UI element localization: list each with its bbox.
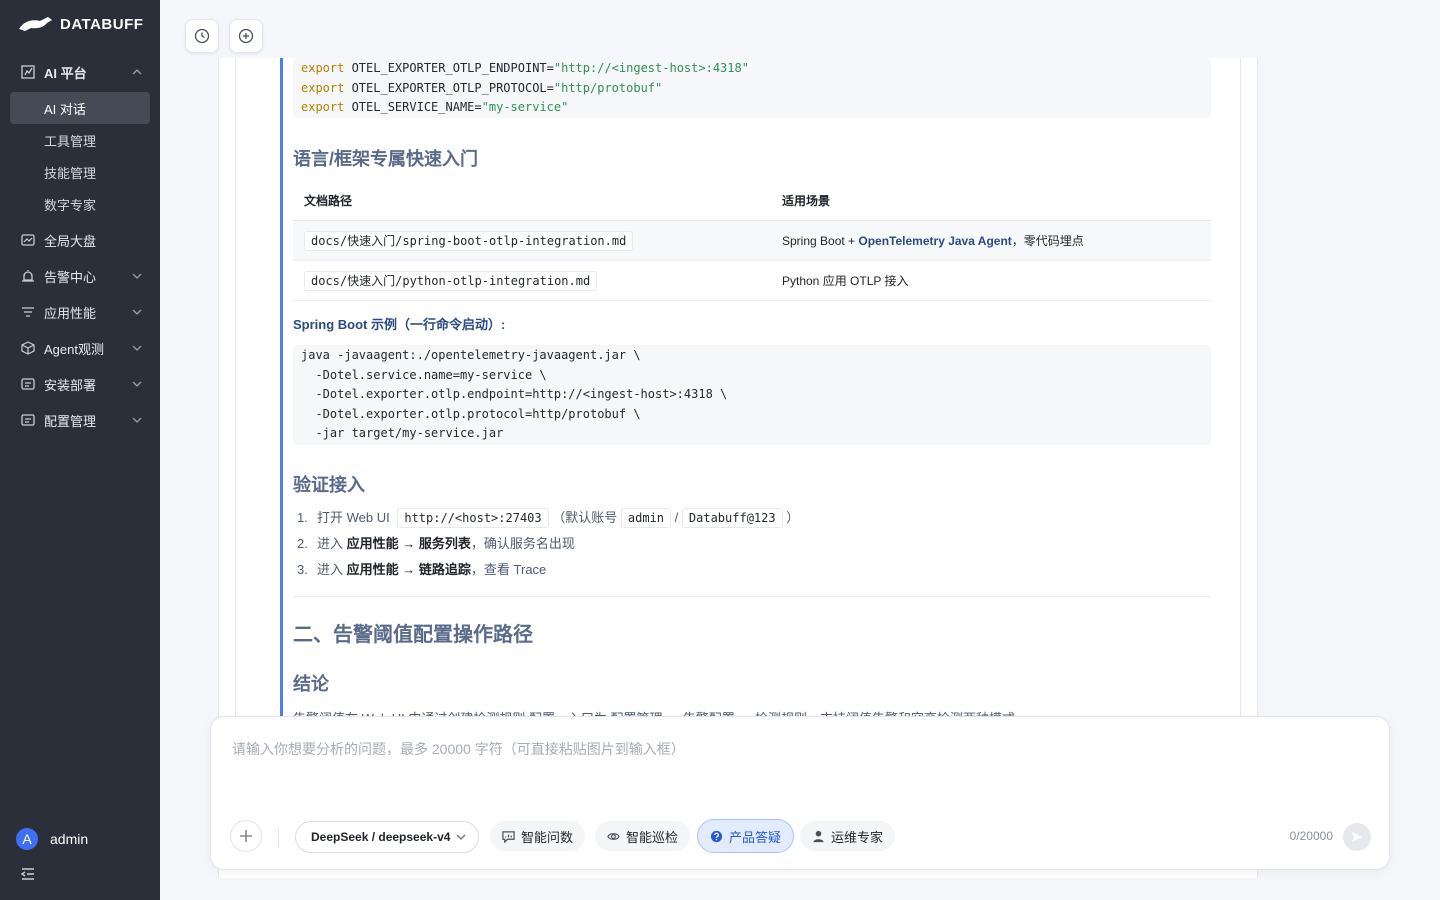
chevron-down-icon xyxy=(132,309,142,315)
sidebar-group-apm[interactable]: 应用性能 xyxy=(0,296,160,328)
user-profile[interactable]: A admin xyxy=(16,828,88,850)
chevron-down-icon xyxy=(132,345,142,351)
sidebar-group-label: 全局大盘 xyxy=(44,233,97,249)
clock-icon xyxy=(194,28,210,44)
send-button[interactable] xyxy=(1343,823,1371,851)
docs-table: 文档路径 适用场景 docs/快速入门/spring-boot-otlp-int… xyxy=(293,182,1211,301)
send-icon xyxy=(1352,832,1362,842)
collapse-sidebar-icon[interactable] xyxy=(20,866,36,882)
sidebar-item-digital-expert[interactable]: 数字专家 xyxy=(0,188,150,220)
eye-icon xyxy=(607,832,620,840)
chevron-down-icon xyxy=(132,417,142,423)
sidebar-group-config[interactable]: 配置管理 xyxy=(0,404,160,436)
question-icon xyxy=(710,830,723,842)
brand-logo[interactable]: DATABUFF xyxy=(18,12,143,36)
list-item: 2. 进入 应用性能 → 服务列表，确认服务名出现 xyxy=(297,536,575,551)
list-icon xyxy=(20,304,36,320)
table-header: 适用场景 xyxy=(771,182,1211,221)
model-select-value: DeepSeek / deepseek-v4 xyxy=(311,830,451,844)
divider xyxy=(293,596,1211,597)
code-line: export OTEL_SERVICE_NAME="my-service" xyxy=(301,100,569,115)
section-heading: 二、告警阈值配置操作路径 xyxy=(293,624,533,646)
sidebar-group-label: 配置管理 xyxy=(44,413,97,429)
chevron-up-icon xyxy=(132,69,142,75)
mode-smart-query[interactable]: 智能问数 xyxy=(490,821,586,851)
sidebar: DATABUFF AI 平台 AI 对话 工具管理 技能管理 数字专家 全局大盘… xyxy=(0,0,160,900)
doc-path[interactable]: docs/快速入门/python-otlp-integration.md xyxy=(304,270,598,291)
panther-logo-icon xyxy=(19,17,52,31)
new-chat-button[interactable] xyxy=(229,19,263,53)
section-heading: 验证接入 xyxy=(293,475,365,495)
sidebar-group-alarm[interactable]: 告警中心 xyxy=(0,260,160,292)
mode-smart-inspection[interactable]: 智能巡检 xyxy=(595,821,691,851)
history-button[interactable] xyxy=(185,19,219,53)
web-ui-url[interactable]: http://<host>:27403 xyxy=(397,508,549,528)
toolbar-divider xyxy=(278,827,279,847)
table-header-row: 文档路径 适用场景 xyxy=(293,182,1211,221)
chevron-down-icon xyxy=(456,834,466,840)
section-heading: 语言/框架专属快速入门 xyxy=(293,149,478,169)
doc-path[interactable]: docs/快速入门/spring-boot-otlp-integration.m… xyxy=(304,230,634,251)
attach-button[interactable] xyxy=(230,820,262,852)
chart-icon xyxy=(20,64,36,80)
sidebar-item-ai-chat[interactable]: AI 对话 xyxy=(10,92,150,124)
person-icon xyxy=(813,830,824,842)
install-icon xyxy=(20,376,36,392)
env-code-block: export OTEL_EXPORTER_OTLP_ENDPOINT="http… xyxy=(293,58,1211,118)
list-item: 1. 打开 Web UI http://<host>:27403 （默认账号 ad… xyxy=(297,505,1197,531)
sidebar-nav: AI 平台 AI 对话 工具管理 技能管理 数字专家 全局大盘 告警中心 应用性… xyxy=(0,56,160,440)
alarm-icon xyxy=(20,268,36,284)
brand-name: DATABUFF xyxy=(60,15,144,33)
mode-ops-expert[interactable]: 运维专家 xyxy=(800,821,896,851)
mode-product-qa[interactable]: 产品答疑 xyxy=(697,819,795,853)
user-name: admin xyxy=(50,831,89,847)
chevron-down-icon xyxy=(132,273,142,279)
code-line: export OTEL_EXPORTER_OTLP_ENDPOINT="http… xyxy=(301,61,749,75)
springboot-example-label: Spring Boot 示例（一行命令启动）: xyxy=(293,317,506,332)
sidebar-item-skills[interactable]: 技能管理 xyxy=(0,156,150,188)
section-heading: 结论 xyxy=(293,674,329,694)
chat-input-box[interactable]: 请输入你想要分析的问题，最多 20000 字符（可直接粘贴图片到输入框） Dee… xyxy=(210,716,1390,870)
sidebar-group-label: AI 平台 xyxy=(44,65,87,81)
table-header: 文档路径 xyxy=(293,182,771,221)
table-row: docs/快速入门/spring-boot-otlp-integration.m… xyxy=(293,220,1211,261)
sidebar-group-label: 告警中心 xyxy=(44,269,97,285)
code-line: export OTEL_EXPORTER_OTLP_PROTOCOL="http… xyxy=(301,80,663,95)
sidebar-group-install[interactable]: 安装部署 xyxy=(0,368,160,400)
sidebar-group-label: 安装部署 xyxy=(44,377,97,393)
sidebar-group-label: Agent观测 xyxy=(44,341,104,357)
avatar: A xyxy=(16,828,38,850)
sidebar-group-agent[interactable]: Agent观测 xyxy=(0,332,160,364)
verify-steps: 1. 打开 Web UI http://<host>:27403 （默认账号 ad… xyxy=(297,505,1197,583)
sidebar-item-tools[interactable]: 工具管理 xyxy=(0,124,150,156)
sidebar-group-label: 应用性能 xyxy=(44,305,97,321)
plus-icon xyxy=(240,830,252,842)
model-select[interactable]: DeepSeek / deepseek-v4 xyxy=(295,821,480,853)
sidebar-group-dashboard[interactable]: 全局大盘 xyxy=(0,224,160,256)
conclusion-text: 告警阈值在 Web UI 中通过创建检测规则 配置，入口为 配置管理 → 告警配… xyxy=(293,708,1015,716)
assistant-answer: export OTEL_EXPORTER_OTLP_ENDPOINT="http… xyxy=(280,58,1226,716)
java-code-block: java -javaagent:./opentelemetry-javaagen… xyxy=(293,345,1211,445)
chat-input[interactable]: 请输入你想要分析的问题，最多 20000 字符（可直接粘贴图片到输入框） xyxy=(232,739,685,759)
table-row: docs/快速入门/python-otlp-integration.md Pyt… xyxy=(293,260,1211,301)
config-icon xyxy=(20,412,36,428)
char-counter: 0/20000 xyxy=(1289,829,1333,843)
list-item: 3. 进入 应用性能 → 链路追踪，查看 Trace xyxy=(297,562,547,577)
plus-circle-icon xyxy=(238,28,254,44)
cube-icon xyxy=(20,340,36,356)
chevron-down-icon xyxy=(132,381,142,387)
sidebar-group-ai-platform[interactable]: AI 平台 xyxy=(0,56,160,88)
dashboard-icon xyxy=(20,232,36,248)
chat-data-icon xyxy=(502,830,515,843)
